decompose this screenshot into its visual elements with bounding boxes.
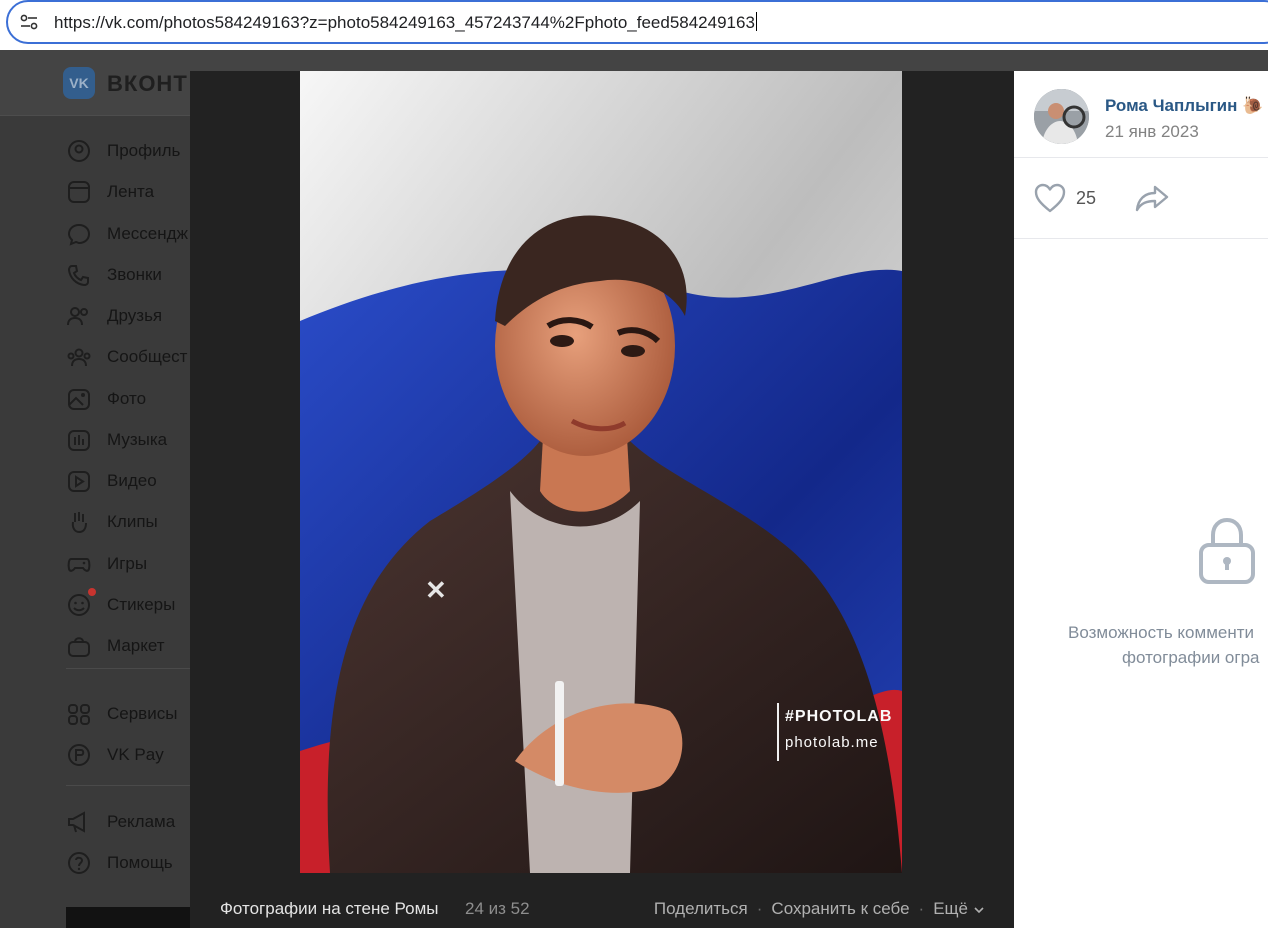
sidebar-item-label: Игры: [107, 554, 148, 573]
sidebar-item-label: Видео: [107, 471, 157, 490]
author-avatar[interactable]: [1034, 89, 1089, 144]
sidebar-item-label: Сообщест: [107, 347, 188, 366]
market-icon: [66, 634, 92, 658]
share-button[interactable]: Поделиться: [654, 899, 748, 919]
sidebar-divider: [66, 668, 206, 669]
footer-actions: Поделиться · Сохранить к себе · Ещё: [654, 899, 984, 919]
services-icon: [66, 702, 92, 726]
avatar-image: [1034, 89, 1089, 144]
portrait-artwork: ✕: [300, 71, 902, 873]
sidebar-item-label: Стикеры: [107, 595, 176, 614]
sidebar-item-label: Друзья: [107, 306, 163, 325]
viewer-footer: Фотографии на стене Ромы 24 из 52 Подели…: [190, 873, 1014, 928]
sidebar-item-label: Музыка: [107, 430, 168, 449]
photo-icon: [66, 387, 92, 411]
separator-dot: ·: [918, 899, 925, 918]
communities-icon: [66, 345, 92, 369]
vkpay-icon: [66, 743, 92, 767]
sidebar-item-label: Фото: [107, 389, 147, 408]
sidebar-item-label: Сервисы: [107, 704, 178, 723]
post-actions: 25: [1014, 159, 1268, 239]
like-count[interactable]: 25: [1076, 188, 1096, 209]
watermark-tag: #PHOTOLAB: [785, 708, 893, 725]
clips-icon: [66, 510, 92, 534]
comments-closed-line1: Возможность комменти: [1068, 623, 1255, 642]
help-icon: [66, 851, 92, 875]
friends-icon: [66, 304, 92, 328]
stickers-icon: [66, 593, 92, 617]
vk-brand-name: ВКОНТ: [107, 71, 188, 96]
photo-side-panel: Рома Чаплыгин 🐌 21 янв 2023 25 Возможнос…: [1014, 71, 1268, 928]
author-name-text: Рома Чаплыгин: [1105, 96, 1238, 115]
sidebar-item-label: Звонки: [107, 265, 162, 284]
stickers-notification-dot: [88, 588, 96, 596]
games-icon: [66, 552, 92, 576]
profile-icon: [66, 139, 92, 163]
comments-closed-line2: фотографии огра: [1122, 648, 1260, 667]
author-block: Рома Чаплыгин 🐌 21 янв 2023: [1014, 71, 1268, 158]
album-link[interactable]: Фотографии на стене Ромы: [220, 899, 439, 919]
site-settings-icon[interactable]: [20, 14, 38, 30]
sidebar-banner: [66, 907, 196, 928]
messenger-icon: [66, 222, 92, 246]
sidebar-item-label: Мессендж: [107, 224, 188, 243]
sidebar-item-label: Маркет: [107, 636, 165, 655]
like-heart-icon[interactable]: [1034, 183, 1066, 213]
sidebar-item-label: VK Pay: [107, 745, 164, 764]
url-input[interactable]: https://vk.com/photos584249163?z=photo58…: [54, 12, 757, 33]
sidebar-item-label: Профиль: [107, 141, 181, 160]
separator-dot: ·: [756, 899, 763, 918]
sidebar-item-label: Помощь: [107, 853, 173, 872]
browser-toolbar: https://vk.com/photos584249163?z=photo58…: [0, 0, 1268, 50]
watermark-divider: [777, 703, 779, 761]
phone-icon: [66, 263, 92, 287]
screen: https://vk.com/photos584249163?z=photo58…: [0, 0, 1268, 928]
text-caret: [755, 12, 757, 31]
watermark-site: photolab.me: [785, 734, 879, 751]
more-button[interactable]: Ещё: [933, 899, 984, 919]
snail-emoji-icon: 🐌: [1242, 96, 1264, 115]
address-bar[interactable]: https://vk.com/photos584249163?z=photo58…: [6, 0, 1268, 44]
feed-icon: [66, 180, 92, 204]
comments-closed-notice: Возможность комменти фотографии огра: [1068, 620, 1268, 670]
sidebar-item-label: Лента: [107, 182, 155, 201]
more-label: Ещё: [933, 899, 968, 918]
photo-image[interactable]: ✕ #PHOTOLAB photolab.me: [300, 71, 902, 873]
ads-icon: [66, 810, 92, 834]
share-arrow-icon[interactable]: [1135, 183, 1169, 213]
sidebar-item-label: Реклама: [107, 812, 176, 831]
save-to-profile-button[interactable]: Сохранить к себе: [771, 899, 909, 919]
vk-logo-icon[interactable]: VK: [63, 67, 95, 99]
photo-viewer: ✕ #PHOTOLAB photolab.me Фотографии на ст…: [190, 71, 1014, 928]
svg-text:✕: ✕: [425, 575, 447, 605]
music-icon: [66, 428, 92, 452]
url-value: https://vk.com/photos584249163?z=photo58…: [54, 13, 755, 32]
video-icon: [66, 469, 92, 493]
lock-icon: [1199, 517, 1255, 584]
chevron-down-icon: [974, 907, 984, 914]
sidebar-divider: [66, 785, 206, 786]
sidebar-item-label: Клипы: [107, 512, 158, 531]
photo-counter: 24 из 52: [465, 899, 530, 918]
post-date[interactable]: 21 янв 2023: [1105, 122, 1199, 142]
author-name[interactable]: Рома Чаплыгин 🐌: [1105, 96, 1263, 116]
